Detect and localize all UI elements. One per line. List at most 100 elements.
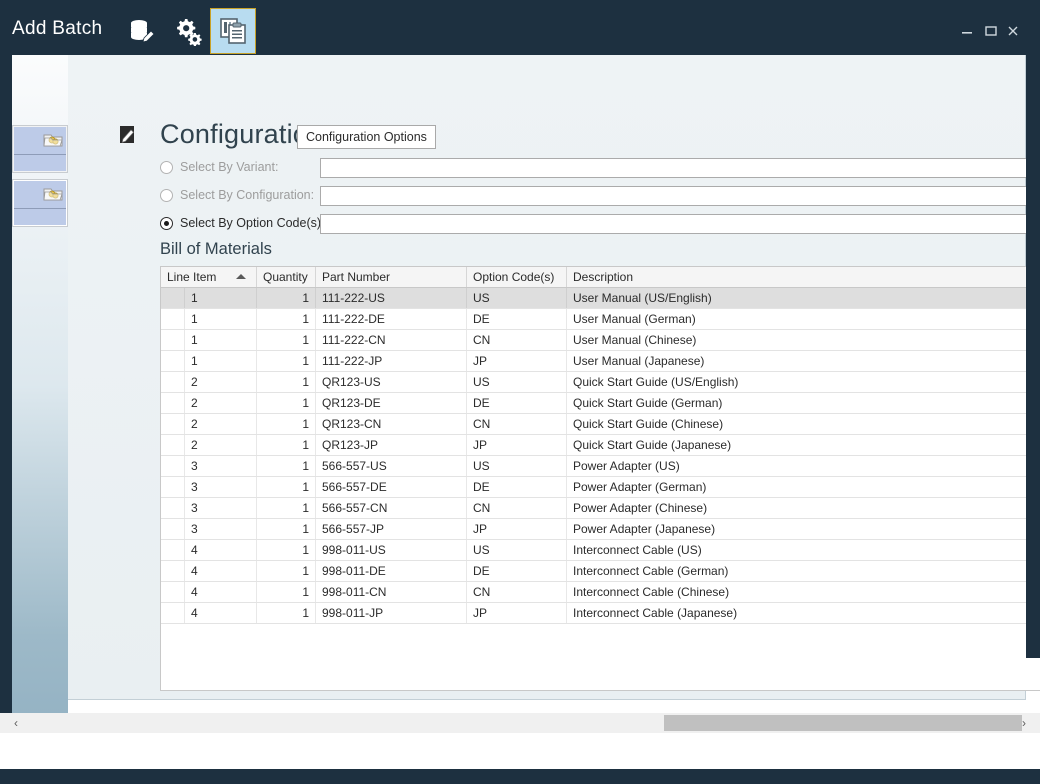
- cell-description: Interconnect Cable (German): [567, 561, 1040, 581]
- select-by-variant-row[interactable]: Select By Variant:: [160, 158, 278, 176]
- radio-select-by-option-codes[interactable]: [160, 217, 173, 230]
- column-header-line-item[interactable]: Line Item: [161, 267, 257, 287]
- sidebar-item-1-body: [14, 127, 66, 171]
- sidebar-item-2[interactable]: [12, 179, 68, 227]
- cell-option-code: CN: [467, 498, 567, 518]
- grid-header-row: Line Item Quantity Part Number Option Co…: [161, 267, 1040, 288]
- cell-description: User Manual (German): [567, 309, 1040, 329]
- radio-select-by-configuration[interactable]: [160, 189, 173, 202]
- table-row[interactable]: 41998-011-DEDEInterconnect Cable (German…: [161, 561, 1040, 582]
- cell-quantity: 1: [257, 456, 316, 476]
- maximize-button[interactable]: [982, 22, 1000, 40]
- gears-settings-icon[interactable]: [166, 8, 212, 54]
- select-by-variant-combobox[interactable]: [320, 158, 1040, 178]
- table-row[interactable]: 11111-222-DEDEUser Manual (German): [161, 309, 1040, 330]
- column-header-part-number[interactable]: Part Number: [316, 267, 467, 287]
- select-by-option-codes-combobox[interactable]: [320, 214, 1040, 234]
- cell-option-code: DE: [467, 477, 567, 497]
- cell-part-number: QR123-DE: [316, 393, 467, 413]
- table-row[interactable]: 41998-011-JPJPInterconnect Cable (Japane…: [161, 603, 1040, 624]
- cell-part-number: 998-011-US: [316, 540, 467, 560]
- table-row[interactable]: 21QR123-JPJPQuick Start Guide (Japanese): [161, 435, 1040, 456]
- table-row[interactable]: 41998-011-USUSInterconnect Cable (US): [161, 540, 1040, 561]
- cell-part-number: 111-222-JP: [316, 351, 467, 371]
- column-header-description[interactable]: Description: [567, 267, 1040, 287]
- column-header-option-codes[interactable]: Option Code(s): [467, 267, 567, 287]
- select-by-configuration-row[interactable]: Select By Configuration:: [160, 186, 314, 204]
- cell-part-number: QR123-US: [316, 372, 467, 392]
- cell-part-number: 111-222-US: [316, 288, 467, 308]
- column-header-quantity[interactable]: Quantity: [257, 267, 316, 287]
- cell-part-number: 566-557-JP: [316, 519, 467, 539]
- horizontal-scrollbar[interactable]: ‹ ›: [0, 713, 1040, 733]
- row-selector-gutter: [161, 456, 185, 476]
- cell-description: Interconnect Cable (Chinese): [567, 582, 1040, 602]
- cell-option-code: DE: [467, 309, 567, 329]
- table-row[interactable]: 31566-557-DEDEPower Adapter (German): [161, 477, 1040, 498]
- cell-option-code: US: [467, 372, 567, 392]
- folder-coins-icon: [43, 130, 63, 148]
- table-row[interactable]: 31566-557-USUSPower Adapter (US): [161, 456, 1040, 477]
- select-by-configuration-combobox[interactable]: [320, 186, 1040, 206]
- minimize-button[interactable]: [958, 22, 976, 40]
- select-by-option-codes-row[interactable]: Select By Option Code(s):: [160, 214, 325, 232]
- cell-line-item: 4: [185, 582, 257, 602]
- cell-line-item: 4: [185, 540, 257, 560]
- cell-line-item: 1: [185, 330, 257, 350]
- document-copy-icon[interactable]: [210, 8, 256, 54]
- table-row[interactable]: 21QR123-CNCNQuick Start Guide (Chinese): [161, 414, 1040, 435]
- cell-description: User Manual (Japanese): [567, 351, 1040, 371]
- table-row[interactable]: 11111-222-CNCNUser Manual (Chinese): [161, 330, 1040, 351]
- scrollbar-thumb[interactable]: [664, 715, 1022, 731]
- bill-of-materials-grid[interactable]: Line Item Quantity Part Number Option Co…: [160, 266, 1040, 691]
- cell-part-number: 566-557-CN: [316, 498, 467, 518]
- database-edit-icon[interactable]: [118, 8, 164, 54]
- cell-part-number: QR123-JP: [316, 435, 467, 455]
- table-row[interactable]: 21QR123-USUSQuick Start Guide (US/Englis…: [161, 372, 1040, 393]
- radio-select-by-variant[interactable]: [160, 161, 173, 174]
- cell-quantity: 1: [257, 498, 316, 518]
- cell-description: Quick Start Guide (Chinese): [567, 414, 1040, 434]
- cell-description: Power Adapter (German): [567, 477, 1040, 497]
- window-body: Configuration Configuration Options Sele…: [0, 55, 1040, 769]
- cell-line-item: 2: [185, 393, 257, 413]
- cell-part-number: 998-011-DE: [316, 561, 467, 581]
- table-row[interactable]: 31566-557-CNCNPower Adapter (Chinese): [161, 498, 1040, 519]
- select-by-option-codes-label: Select By Option Code(s):: [180, 216, 325, 230]
- table-row[interactable]: 21QR123-DEDEQuick Start Guide (German): [161, 393, 1040, 414]
- divider: [14, 154, 66, 155]
- cell-option-code: CN: [467, 330, 567, 350]
- table-row[interactable]: 31566-557-JPJPPower Adapter (Japanese): [161, 519, 1040, 540]
- cell-quantity: 1: [257, 519, 316, 539]
- cell-description: Power Adapter (Chinese): [567, 498, 1040, 518]
- tooltip-configuration-options: Configuration Options: [297, 125, 436, 149]
- cell-option-code: US: [467, 288, 567, 308]
- cell-quantity: 1: [257, 477, 316, 497]
- cell-part-number: 566-557-DE: [316, 477, 467, 497]
- sidebar-item-1[interactable]: [12, 125, 68, 173]
- cell-part-number: 111-222-CN: [316, 330, 467, 350]
- table-row[interactable]: 11111-222-JPJPUser Manual (Japanese): [161, 351, 1040, 372]
- cell-line-item: 3: [185, 498, 257, 518]
- cell-quantity: 1: [257, 288, 316, 308]
- cell-option-code: CN: [467, 582, 567, 602]
- column-header-line-item-label: Line Item: [167, 270, 216, 284]
- bottom-edge-strip: [0, 769, 1040, 784]
- row-selector-gutter: [161, 393, 185, 413]
- cell-option-code: JP: [467, 435, 567, 455]
- row-selector-gutter: [161, 603, 185, 623]
- row-selector-gutter: [161, 477, 185, 497]
- cell-option-code: US: [467, 540, 567, 560]
- row-selector-gutter: [161, 351, 185, 371]
- scroll-right-arrow-icon[interactable]: ›: [1014, 713, 1034, 733]
- table-row[interactable]: 41998-011-CNCNInterconnect Cable (Chines…: [161, 582, 1040, 603]
- scroll-left-arrow-icon[interactable]: ‹: [6, 713, 26, 733]
- cell-quantity: 1: [257, 435, 316, 455]
- cell-option-code: JP: [467, 351, 567, 371]
- close-button[interactable]: [1004, 22, 1022, 40]
- cell-part-number: 566-557-US: [316, 456, 467, 476]
- table-row[interactable]: 11111-222-USUSUser Manual (US/English): [161, 288, 1040, 309]
- divider: [14, 208, 66, 209]
- cell-quantity: 1: [257, 582, 316, 602]
- cell-description: Quick Start Guide (German): [567, 393, 1040, 413]
